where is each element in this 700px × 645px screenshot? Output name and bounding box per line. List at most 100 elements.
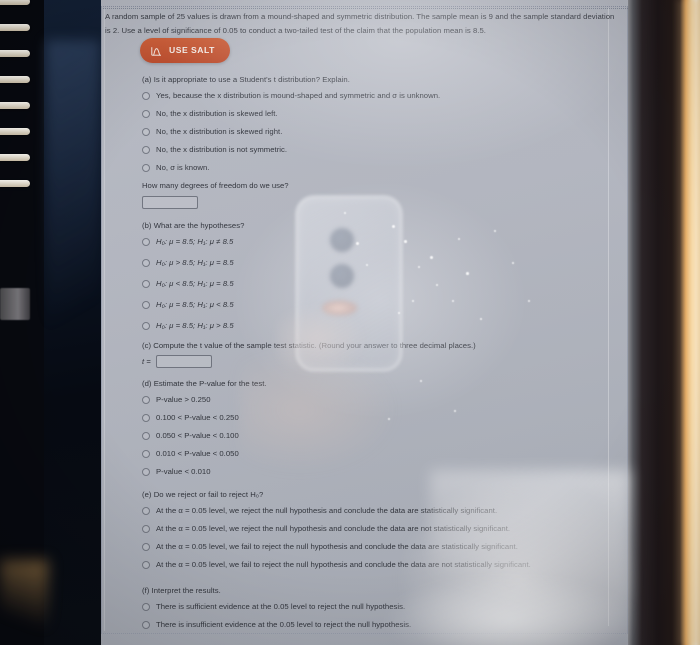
screen-area: A random sample of 25 values is drawn fr… (101, 0, 628, 645)
option-label: No, the x distribution is skewed right. (156, 127, 283, 137)
part-a: (a) Is it appropriate to use a Student's… (142, 74, 622, 179)
spiral-ring (0, 128, 30, 135)
photographed-screen: A random sample of 25 values is drawn fr… (0, 0, 700, 645)
part-c-label: (c) Compute the t value of the sample te… (142, 341, 476, 350)
spiral-ring (0, 0, 30, 5)
part-e-option-4[interactable]: At the α = 0.05 level, we fail to reject… (142, 558, 622, 574)
problem-statement: A random sample of 25 values is drawn fr… (105, 12, 615, 36)
dust-speck (404, 240, 407, 243)
option-label: At the α = 0.05 level, we reject the nul… (156, 506, 498, 516)
radio-icon[interactable] (142, 301, 150, 310)
right-monitor-bezel (628, 0, 700, 645)
distribution-curve-icon (151, 46, 162, 56)
option-label: H₀: μ = 8.5; H₁: μ ≠ 8.5 (156, 237, 234, 247)
part-f: (f) Interpret the results. There is suff… (142, 585, 622, 636)
radio-icon[interactable] (142, 396, 150, 405)
dust-speck (480, 318, 482, 320)
notebook-spiral-binding (0, 0, 46, 645)
part-b-option-3[interactable]: H₀: μ < 8.5; H₁: μ = 8.5 (142, 277, 622, 296)
part-b: (b) What are the hypotheses? H₀: μ = 8.5… (142, 220, 622, 340)
radio-icon[interactable] (142, 280, 150, 289)
part-b-option-2[interactable]: H₀: μ > 8.5; H₁: μ = 8.5 (142, 256, 622, 275)
part-d-option-2[interactable]: 0.100 < P-value < 0.250 (142, 411, 622, 427)
spiral-ring (0, 76, 30, 83)
left-warm-light-spill (0, 560, 48, 645)
part-d-option-3[interactable]: 0.050 < P-value < 0.100 (142, 429, 622, 445)
radio-icon[interactable] (142, 603, 150, 612)
radio-icon[interactable] (142, 432, 150, 441)
part-a-option-2[interactable]: No, the x distribution is skewed left. (142, 107, 622, 123)
part-d-option-4[interactable]: 0.010 < P-value < 0.050 (142, 447, 622, 463)
spiral-ring (0, 180, 30, 187)
spiral-ring (0, 154, 30, 161)
degrees-of-freedom-input[interactable] (142, 196, 198, 210)
part-e-label: (e) Do we reject or fail to reject H₀? (142, 490, 264, 499)
dust-speck (466, 272, 469, 275)
option-label: 0.010 < P-value < 0.050 (156, 449, 239, 459)
part-e-option-2[interactable]: At the α = 0.05 level, we reject the nul… (142, 522, 622, 538)
spiral-ring (0, 102, 30, 109)
radio-icon[interactable] (142, 110, 150, 119)
part-f-option-1[interactable]: There is sufficient evidence at the 0.05… (142, 600, 622, 616)
part-a-option-4[interactable]: No, the x distribution is not symmetric. (142, 143, 622, 159)
part-b-option-5[interactable]: H₀: μ = 8.5; H₁: μ > 8.5 (142, 319, 622, 338)
radio-icon[interactable] (142, 525, 150, 534)
radio-icon[interactable] (142, 146, 150, 155)
option-label: At the α = 0.05 level, we reject the nul… (156, 524, 511, 534)
option-label: 0.100 < P-value < 0.250 (156, 413, 239, 423)
part-c: (c) Compute the t value of the sample te… (142, 340, 622, 369)
option-label: H₀: μ < 8.5; H₁: μ = 8.5 (156, 279, 234, 289)
option-label: H₀: μ = 8.5; H₁: μ < 8.5 (156, 300, 234, 310)
part-a-option-5[interactable]: No, σ is known. (142, 161, 622, 177)
option-label: At the α = 0.05 level, we fail to reject… (156, 542, 518, 552)
dust-speck (430, 256, 433, 259)
option-label: At the α = 0.05 level, we fail to reject… (156, 560, 531, 570)
spiral-ring (0, 50, 30, 57)
spiral-ring (0, 24, 30, 31)
part-f-option-2[interactable]: There is insufficient evidence at the 0.… (142, 618, 622, 634)
option-label: P-value > 0.250 (156, 395, 211, 405)
part-d: (d) Estimate the P-value for the test. P… (142, 378, 622, 483)
dust-speck (356, 242, 359, 245)
left-bezel-reflection (46, 40, 100, 460)
radio-icon[interactable] (142, 468, 150, 477)
part-c-input-label: t = (142, 357, 151, 367)
option-label: P-value < 0.010 (156, 467, 211, 477)
radio-icon[interactable] (142, 92, 150, 101)
part-e-option-1[interactable]: At the α = 0.05 level, we reject the nul… (142, 504, 622, 520)
radio-icon[interactable] (142, 621, 150, 630)
part-b-option-4[interactable]: H₀: μ = 8.5; H₁: μ < 8.5 (142, 298, 622, 317)
option-label: 0.050 < P-value < 0.100 (156, 431, 239, 441)
part-e-option-3[interactable]: At the α = 0.05 level, we fail to reject… (142, 540, 622, 556)
use-salt-button[interactable]: USE SALT (140, 38, 230, 63)
part-d-option-1[interactable]: P-value > 0.250 (142, 393, 622, 409)
option-label: No, the x distribution is not symmetric. (156, 145, 288, 155)
option-label: No, the x distribution is skewed left. (156, 109, 278, 119)
part-a-option-1[interactable]: Yes, because the x distribution is mound… (142, 89, 622, 105)
dust-speck (458, 238, 460, 240)
part-d-option-5[interactable]: P-value < 0.010 (142, 465, 622, 481)
radio-icon[interactable] (142, 561, 150, 570)
radio-icon[interactable] (142, 414, 150, 423)
bezel-notch (0, 288, 30, 320)
question-content: A random sample of 25 values is drawn fr… (101, 0, 628, 645)
dust-speck (528, 300, 530, 302)
degrees-of-freedom-block: How many degrees of freedom do we use? (142, 180, 622, 210)
option-label: Yes, because the x distribution is mound… (156, 91, 441, 101)
radio-icon[interactable] (142, 450, 150, 459)
radio-icon[interactable] (142, 238, 150, 247)
part-a-option-3[interactable]: No, the x distribution is skewed right. (142, 125, 622, 141)
test-statistic-input[interactable] (155, 355, 212, 369)
radio-icon[interactable] (142, 322, 150, 331)
part-b-label: (b) What are the hypotheses? (142, 221, 245, 230)
option-label: There is insufficient evidence at the 0.… (156, 620, 412, 630)
radio-icon[interactable] (142, 259, 150, 268)
radio-icon[interactable] (142, 164, 150, 173)
option-label: H₀: μ > 8.5; H₁: μ = 8.5 (156, 258, 234, 268)
part-b-option-1[interactable]: H₀: μ = 8.5; H₁: μ ≠ 8.5 (142, 235, 622, 254)
radio-icon[interactable] (142, 543, 150, 552)
dust-speck (454, 410, 456, 412)
radio-icon[interactable] (142, 507, 150, 516)
part-a-label: (a) Is it appropriate to use a Student's… (142, 75, 350, 84)
radio-icon[interactable] (142, 128, 150, 137)
